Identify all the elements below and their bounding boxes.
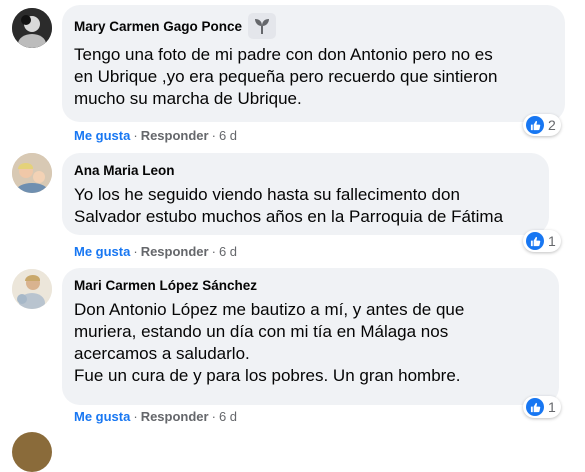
timestamp[interactable]: 6 d xyxy=(219,128,237,143)
separator-dot: · xyxy=(133,409,138,424)
comment-text: Don Antonio López me bautizo a mí, y ant… xyxy=(74,300,465,385)
separator-dot: · xyxy=(211,409,216,424)
avatar[interactable] xyxy=(12,432,52,472)
reply-button[interactable]: Responder xyxy=(141,409,209,424)
like-button[interactable]: Me gusta xyxy=(74,244,130,259)
reply-button[interactable]: Responder xyxy=(141,244,209,259)
comment-actions: Me gusta · Responder · 6 d xyxy=(74,244,237,260)
like-button[interactable]: Me gusta xyxy=(74,128,130,143)
reaction-summary[interactable]: 1 xyxy=(523,396,561,418)
comment-bubble: Mari Carmen López Sánchez Don Antonio Ló… xyxy=(62,268,559,405)
timestamp[interactable]: 6 d xyxy=(219,409,237,424)
reaction-summary[interactable]: 2 xyxy=(523,114,561,136)
reply-button[interactable]: Responder xyxy=(141,128,209,143)
comment-author[interactable]: Mari Carmen López Sánchez xyxy=(74,277,257,295)
thumbs-up-icon xyxy=(526,116,544,134)
comment-author[interactable]: Mary Carmen Gago Ponce xyxy=(74,18,242,36)
comment-author[interactable]: Ana Maria Leon xyxy=(74,162,175,180)
separator-dot: · xyxy=(133,128,138,143)
comment-actions: Me gusta · Responder · 6 d xyxy=(74,128,237,144)
reaction-count: 1 xyxy=(548,399,556,415)
reaction-count: 2 xyxy=(548,117,556,133)
separator-dot: · xyxy=(211,244,216,259)
comment-actions: Me gusta · Responder · 6 d xyxy=(74,409,237,425)
comment-text: Tengo una foto de mi padre con don Anton… xyxy=(74,45,498,108)
sprout-icon[interactable] xyxy=(248,13,277,39)
comment-bubble: Mary Carmen Gago Ponce Tengo una foto de… xyxy=(62,5,565,122)
comment-text: Yo los he seguido viendo hasta su fallec… xyxy=(74,185,504,226)
avatar[interactable] xyxy=(12,153,52,193)
thumbs-up-icon xyxy=(526,398,544,416)
avatar[interactable] xyxy=(12,269,52,309)
separator-dot: · xyxy=(133,244,138,259)
reaction-summary[interactable]: 1 xyxy=(523,230,561,252)
thumbs-up-icon xyxy=(526,232,544,250)
separator-dot: · xyxy=(211,128,216,143)
like-button[interactable]: Me gusta xyxy=(74,409,130,424)
reaction-count: 1 xyxy=(548,233,556,249)
comment-bubble: Ana Maria Leon Yo los he seguido viendo … xyxy=(62,153,549,235)
timestamp[interactable]: 6 d xyxy=(219,244,237,259)
avatar[interactable] xyxy=(12,8,52,48)
